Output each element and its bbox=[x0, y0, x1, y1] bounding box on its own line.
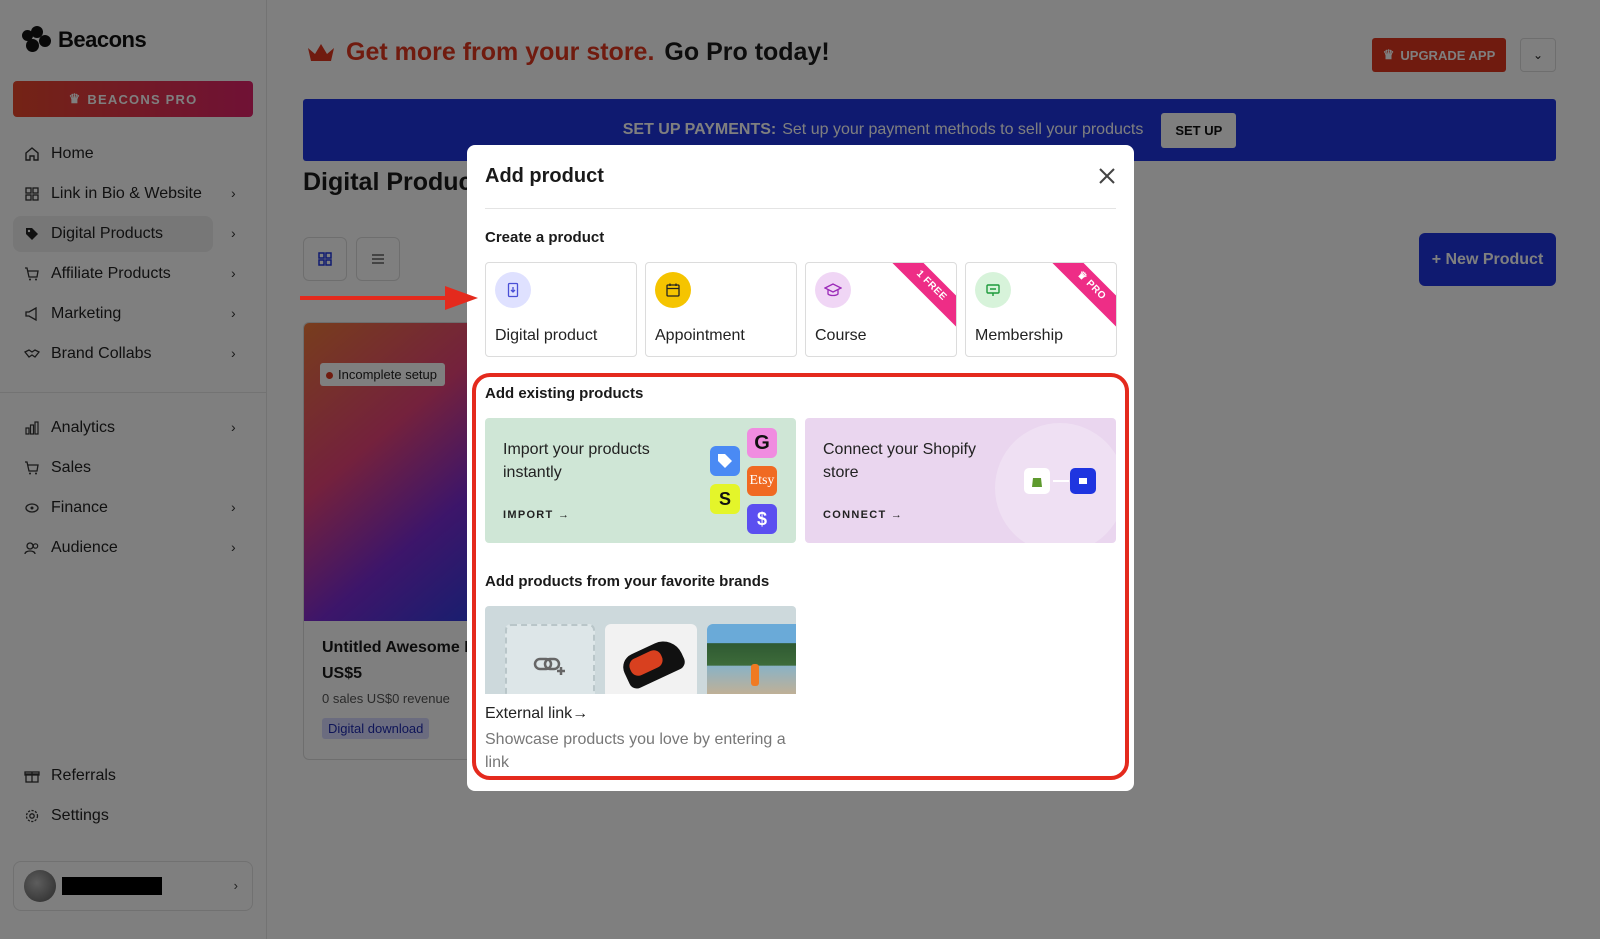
pro-ribbon-label: PRO bbox=[1083, 278, 1108, 303]
download-file-icon bbox=[495, 272, 531, 308]
product-type-label: Digital product bbox=[495, 327, 598, 344]
product-type-label: Appointment bbox=[655, 327, 745, 344]
product-type-digital[interactable]: Digital product bbox=[485, 262, 637, 357]
modal-title: Add product bbox=[485, 165, 604, 187]
product-type-label: Membership bbox=[975, 327, 1064, 344]
free-ribbon: 1 FREE bbox=[884, 263, 956, 333]
membership-card-icon bbox=[975, 272, 1011, 308]
product-type-appointment[interactable]: Appointment bbox=[645, 262, 797, 357]
close-button[interactable] bbox=[1096, 165, 1118, 187]
annotation-highlight-box bbox=[472, 373, 1129, 780]
graduation-cap-icon bbox=[815, 272, 851, 308]
product-type-course[interactable]: Course 1 FREE bbox=[805, 262, 957, 357]
pro-ribbon: ♛ PRO bbox=[1044, 263, 1116, 333]
product-type-membership[interactable]: Membership ♛ PRO bbox=[965, 262, 1117, 357]
calendar-icon bbox=[655, 272, 691, 308]
modal-divider bbox=[485, 208, 1116, 209]
product-type-label: Course bbox=[815, 327, 867, 344]
close-icon bbox=[1099, 168, 1115, 184]
create-product-heading: Create a product bbox=[485, 229, 605, 246]
annotation-arrow-icon bbox=[300, 286, 478, 310]
